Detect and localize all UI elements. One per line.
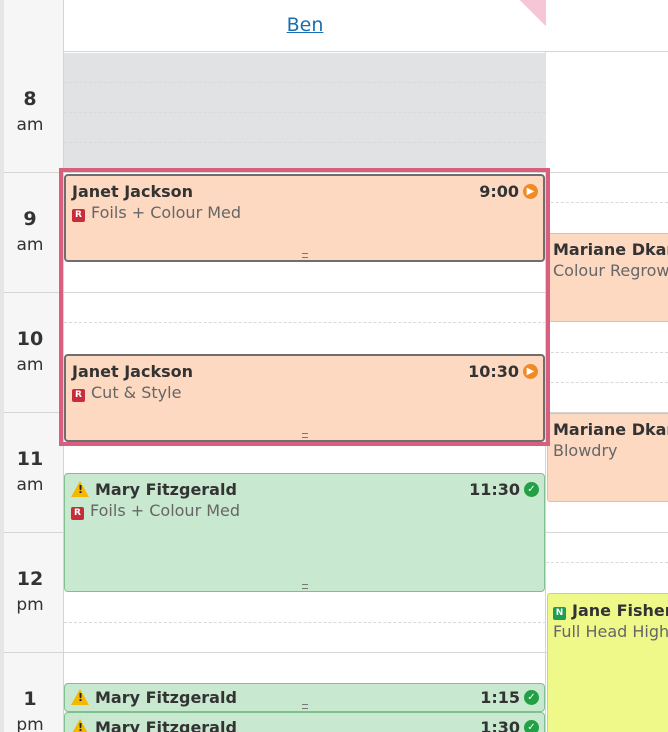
service-name: R Foils + Colour Med — [71, 501, 240, 520]
slot-line — [546, 202, 668, 203]
appointment-card[interactable]: Janet Jackson R Cut & Style 10:30 ▶ — [64, 354, 545, 442]
hour-label-9: 9 am — [16, 208, 44, 255]
new-client-badge: N — [553, 607, 566, 620]
warning-triangle-icon — [71, 719, 89, 732]
slot-line — [64, 322, 546, 323]
slot-line — [64, 622, 546, 623]
hour-label-1: 1 pm — [16, 688, 44, 732]
slot-line — [64, 82, 546, 83]
appointment-time: 9:00 — [479, 182, 519, 201]
hour-label-12: 12 pm — [16, 568, 44, 615]
slot-line — [546, 382, 668, 383]
slot-line — [546, 562, 668, 563]
slot-line — [64, 142, 546, 143]
appointment-time: 1:15 — [480, 688, 520, 707]
slot-line — [546, 352, 668, 353]
returning-badge: R — [71, 507, 84, 520]
appointment-card[interactable]: Mary Fitzgerald 1:30 ✓ — [64, 712, 545, 732]
client-name: Mary Fitzgerald — [71, 480, 237, 499]
hour-label-10: 10 am — [16, 328, 44, 375]
hour-label-8: 8 am — [16, 88, 44, 135]
client-name: Janet Jackson — [72, 362, 193, 381]
client-name: Mariane Dkari — [553, 240, 668, 259]
appointment-time: 10:30 — [468, 362, 519, 381]
appointment-card[interactable]: Mary Fitzgerald 1:15 ✓ — [64, 683, 545, 712]
check-circle-icon: ✓ — [524, 482, 539, 497]
service-name: Full Head Highlights — [553, 622, 668, 641]
appointment-card[interactable]: Mariane Dkari Colour Regrowth — [547, 233, 668, 322]
check-circle-icon: ✓ — [524, 720, 539, 732]
resize-handle[interactable] — [301, 253, 308, 258]
check-circle-icon: ✓ — [524, 690, 539, 705]
client-name: Mariane Dkari — [553, 420, 668, 439]
warning-triangle-icon — [71, 689, 89, 705]
corner-marker — [520, 0, 546, 26]
service-name: R Foils + Colour Med — [72, 203, 241, 222]
client-name: Mary Fitzgerald — [71, 688, 237, 707]
appointment-card[interactable]: Janet Jackson R Foils + Colour Med 9:00 ▶ — [64, 174, 545, 262]
returning-badge: R — [72, 209, 85, 222]
returning-badge: R — [72, 389, 85, 402]
resize-handle[interactable] — [301, 584, 308, 589]
resize-handle[interactable] — [301, 433, 308, 438]
play-circle-icon: ▶ — [523, 364, 538, 379]
service-name: Colour Regrowth — [553, 261, 668, 280]
client-name: N Jane Fisher — [553, 601, 668, 620]
service-name: R Cut & Style — [72, 383, 181, 402]
client-name: Janet Jackson — [72, 182, 193, 201]
client-name: Mary Fitzgerald — [71, 718, 237, 732]
appointment-time: 1:30 — [480, 718, 520, 732]
hour-label-11: 11 am — [16, 448, 44, 495]
slot-line — [64, 112, 546, 113]
play-circle-icon: ▶ — [523, 184, 538, 199]
hour-line — [4, 172, 668, 173]
appointment-card[interactable]: NJane Fisher Full Head Highlights — [547, 593, 668, 732]
resize-handle[interactable] — [301, 704, 308, 709]
appointment-card[interactable]: Mary Fitzgerald RFoils + Colour Med 11:3… — [64, 473, 545, 592]
staff-name-link[interactable]: Ben — [64, 14, 546, 36]
warning-triangle-icon — [71, 481, 89, 497]
service-name: Blowdry — [553, 441, 618, 460]
appointment-time: 11:30 — [469, 480, 520, 499]
appointment-card[interactable]: Mariane Dkari Blowdry — [547, 413, 668, 502]
